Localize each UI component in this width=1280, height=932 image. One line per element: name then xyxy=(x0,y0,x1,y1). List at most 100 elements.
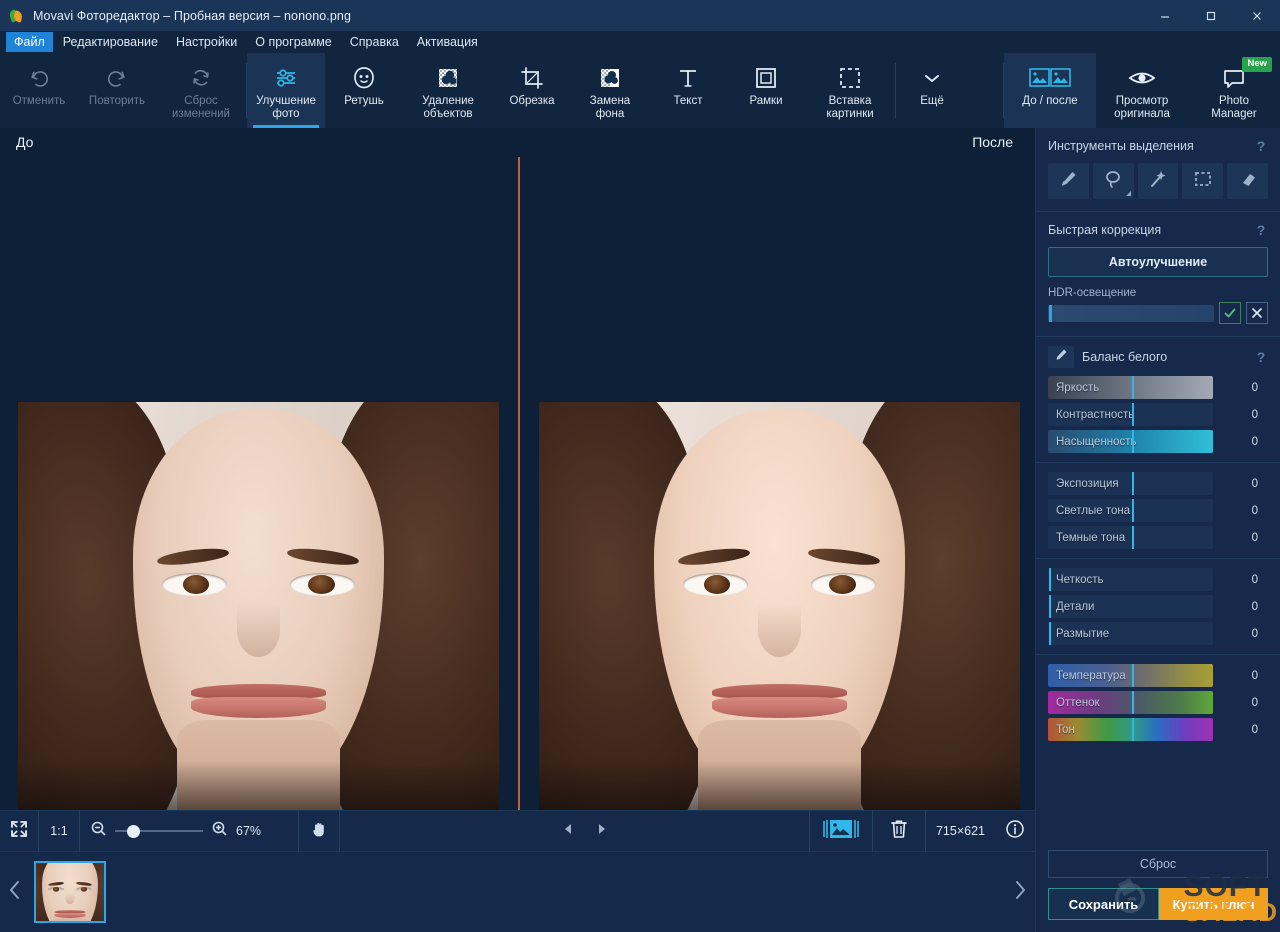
hdr-cancel-button[interactable] xyxy=(1246,302,1268,324)
fit-to-screen-button[interactable] xyxy=(0,810,38,852)
white-balance-picker-button[interactable] xyxy=(1048,346,1074,368)
menu-item-about[interactable]: О программе xyxy=(247,32,339,52)
next-image-icon[interactable] xyxy=(594,821,610,842)
slider-clarity[interactable]: Четкость 0 xyxy=(1048,568,1268,591)
trash-icon xyxy=(889,818,909,845)
slider-tint[interactable]: Оттенок 0 xyxy=(1048,691,1268,714)
hdr-slider-knob[interactable] xyxy=(1049,305,1052,322)
tool-more[interactable]: Ещё xyxy=(896,53,968,128)
undo-button[interactable]: Отменить xyxy=(0,53,78,128)
menu-item-settings[interactable]: Настройки xyxy=(168,32,245,52)
quick-correction-help-icon[interactable]: ? xyxy=(1254,222,1268,238)
slider-brightness[interactable]: Яркость 0 xyxy=(1048,376,1268,399)
zoom-ratio-button[interactable]: 1:1 xyxy=(39,810,79,852)
slider-highlights[interactable]: Светлые тона 0 xyxy=(1048,499,1268,522)
zoom-slider[interactable] xyxy=(115,824,203,838)
slider-contrast[interactable]: Контрастность 0 xyxy=(1048,403,1268,426)
menu-item-activation[interactable]: Активация xyxy=(409,32,486,52)
tool-insert-image[interactable]: Вставка картинки xyxy=(805,53,895,128)
previous-image-icon[interactable] xyxy=(560,821,576,842)
photo-before[interactable] xyxy=(18,402,499,810)
tool-view-original[interactable]: Просмотр оригинала xyxy=(1096,53,1188,128)
hdr-lighting-slider[interactable] xyxy=(1048,305,1214,322)
close-button[interactable] xyxy=(1234,0,1280,31)
slider-shadows-label: Темные тона xyxy=(1048,532,1125,544)
lasso-dropdown-icon[interactable] xyxy=(1126,191,1131,196)
slider-clarity-label: Четкость xyxy=(1048,574,1104,586)
before-label: До xyxy=(16,134,33,150)
slider-blur-label: Размытие xyxy=(1048,628,1109,640)
reset-changes-button[interactable]: Сброс изменений xyxy=(156,53,246,128)
compare-images-button[interactable] xyxy=(810,810,872,852)
auto-enhance-button[interactable]: Автоулучшение xyxy=(1048,247,1268,277)
slider-tint-value: 0 xyxy=(1213,697,1268,709)
object-removal-icon xyxy=(434,61,462,95)
hand-tool-button[interactable] xyxy=(299,810,339,852)
slider-exposure[interactable]: Экспозиция 0 xyxy=(1048,472,1268,495)
slider-hue[interactable]: Тон 0 xyxy=(1048,718,1268,741)
tool-object-removal[interactable]: Удаление объектов xyxy=(403,53,493,128)
tool-crop[interactable]: Обрезка xyxy=(493,53,571,128)
slider-hue-value: 0 xyxy=(1213,724,1268,736)
zoom-out-icon[interactable] xyxy=(90,820,107,842)
lasso-tool-button[interactable] xyxy=(1093,163,1134,199)
buy-key-button[interactable]: Купить ключ xyxy=(1159,888,1268,920)
zoom-control[interactable]: 67% xyxy=(80,810,298,852)
tool-photo-manager-label: Photo Manager xyxy=(1209,95,1258,120)
tool-background-change[interactable]: Замена фона xyxy=(571,53,649,128)
redo-label: Повторить xyxy=(87,95,147,108)
white-balance-help-icon[interactable]: ? xyxy=(1254,349,1268,365)
tool-retouch[interactable]: Ретушь xyxy=(325,53,403,128)
filmstrip-thumbnail[interactable] xyxy=(34,861,106,923)
maximize-button[interactable] xyxy=(1188,0,1234,31)
tool-crop-label: Обрезка xyxy=(507,95,556,108)
image-info-button[interactable] xyxy=(995,810,1035,852)
zoom-slider-knob[interactable] xyxy=(127,825,140,838)
slider-saturation[interactable]: Насыщенность 0 xyxy=(1048,430,1268,453)
text-icon xyxy=(674,61,702,95)
tool-text[interactable]: Текст xyxy=(649,53,727,128)
tool-photo-enhance[interactable]: Улучшение фото xyxy=(247,53,325,128)
before-after-split-handle[interactable] xyxy=(518,157,520,810)
filmstrip-next-button[interactable] xyxy=(1005,852,1035,932)
reset-icon xyxy=(188,61,214,95)
filmstrip-prev-button[interactable] xyxy=(0,852,30,932)
undo-label: Отменить xyxy=(11,95,68,108)
slider-temperature[interactable]: Температура 0 xyxy=(1048,664,1268,687)
photo-after[interactable] xyxy=(539,402,1020,810)
tool-before-after[interactable]: До / после xyxy=(1004,53,1096,128)
slider-contrast-value: 0 xyxy=(1213,409,1268,421)
menu-item-edit[interactable]: Редактирование xyxy=(55,32,166,52)
quick-correction-section: Быстрая коррекция ? Автоулучшение HDR-ос… xyxy=(1036,212,1280,337)
slider-details[interactable]: Детали 0 xyxy=(1048,595,1268,618)
eye-icon xyxy=(1127,61,1157,95)
brush-tool-button[interactable] xyxy=(1048,163,1089,199)
slider-shadows[interactable]: Темные тона 0 xyxy=(1048,526,1268,549)
tool-frames[interactable]: Рамки xyxy=(727,53,805,128)
image-canvas[interactable]: До После xyxy=(0,128,1035,810)
image-dimensions-label: 715×621 xyxy=(926,810,995,852)
undo-icon xyxy=(26,61,52,95)
watermark-logo-icon xyxy=(1098,864,1162,928)
menu-bar: Файл Редактирование Настройки О программ… xyxy=(0,31,1280,53)
after-label: После xyxy=(972,134,1013,150)
menu-item-help[interactable]: Справка xyxy=(342,32,407,52)
info-icon xyxy=(1005,819,1025,844)
menu-item-file[interactable]: Файл xyxy=(6,32,53,52)
eraser-tool-button[interactable] xyxy=(1227,163,1268,199)
slider-brightness-label: Яркость xyxy=(1048,382,1099,394)
hdr-lighting-label: HDR-освещение xyxy=(1048,287,1268,299)
selection-help-icon[interactable]: ? xyxy=(1254,138,1268,154)
hdr-apply-button[interactable] xyxy=(1219,302,1241,324)
minimize-button[interactable] xyxy=(1142,0,1188,31)
slider-temperature-value: 0 xyxy=(1213,670,1268,682)
zoom-in-icon[interactable] xyxy=(211,820,228,842)
redo-button[interactable]: Повторить xyxy=(78,53,156,128)
magic-wand-tool-button[interactable] xyxy=(1138,163,1179,199)
slider-blur[interactable]: Размытие 0 xyxy=(1048,622,1268,645)
tool-photo-manager[interactable]: New Photo Manager xyxy=(1188,53,1280,128)
app-logo-icon xyxy=(9,8,25,24)
delete-image-button[interactable] xyxy=(873,810,925,852)
image-navigation xyxy=(560,821,610,842)
rectangle-select-tool-button[interactable] xyxy=(1182,163,1223,199)
